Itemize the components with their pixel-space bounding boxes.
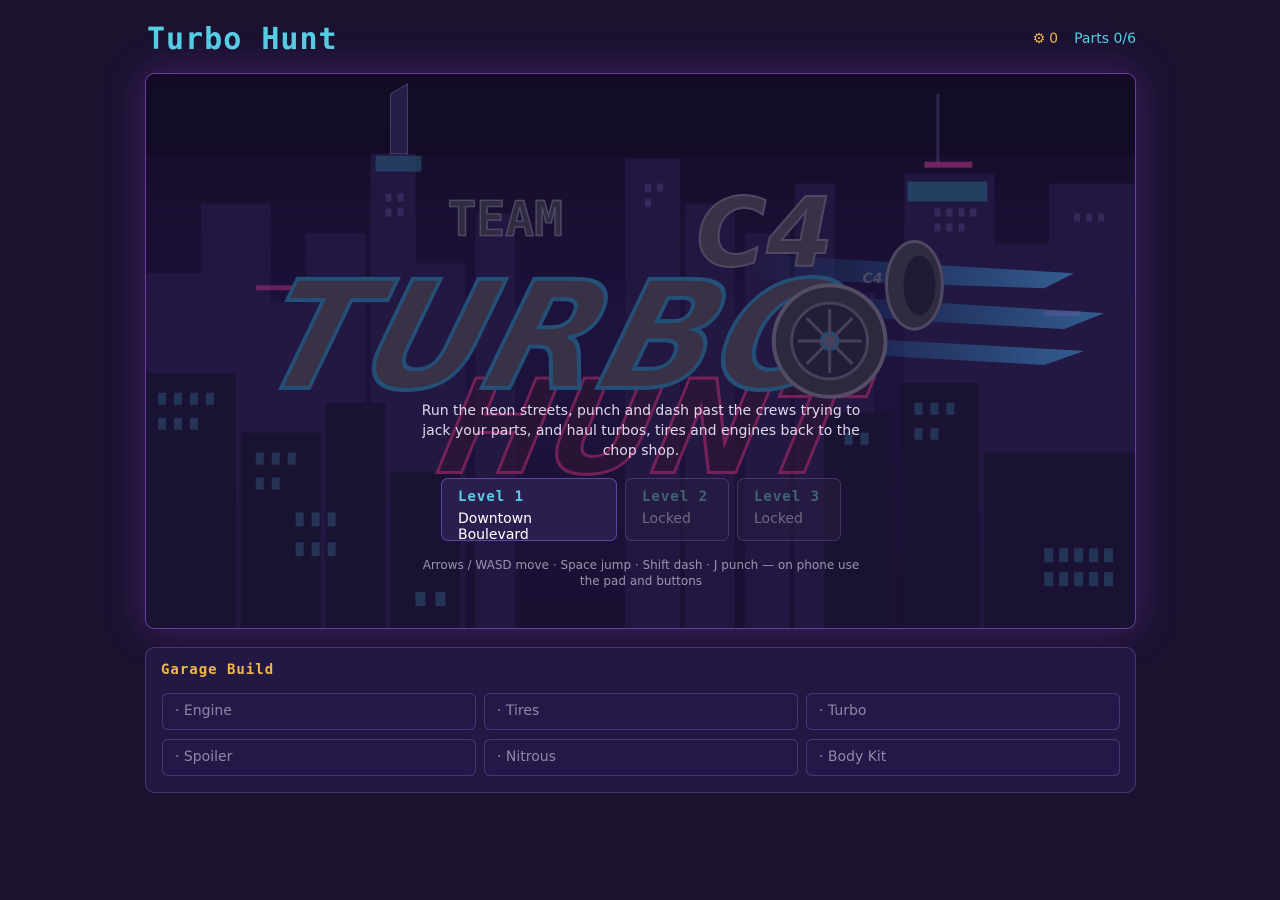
- level-1-button[interactable]: Level 1 Downtown Boulevard: [441, 478, 617, 543]
- level-name: Level 2: [642, 489, 709, 505]
- garage-slot-body-kit: · Body Kit: [806, 739, 1120, 776]
- hud: ⚙ 0 Parts 0/6: [1033, 31, 1136, 47]
- parts-counter: Parts 0/6: [1074, 31, 1136, 47]
- level-select: Level 1 Downtown Boulevard Level 2 Locke…: [441, 478, 841, 543]
- garage-slot-tires: · Tires: [484, 693, 798, 730]
- garage-build-panel: Garage Build · Engine · Tires · Turbo · …: [145, 647, 1136, 793]
- level-3-button[interactable]: Level 3 Locked: [737, 478, 841, 541]
- game-container: Turbo Hunt ⚙ 0 Parts 0/6 HUNT TURBO TEAM…: [145, 0, 1136, 793]
- intro-text: Run the neon streets, punch and dash pas…: [421, 403, 861, 459]
- level-name: Level 3: [754, 489, 821, 505]
- garage-slot-turbo: · Turbo: [806, 693, 1120, 730]
- level-name: Level 1: [458, 489, 525, 505]
- stage-overlay: [146, 74, 1135, 628]
- level-subtitle: Locked: [754, 511, 803, 527]
- game-title: Turbo Hunt: [147, 22, 338, 57]
- header: Turbo Hunt ⚙ 0 Parts 0/6: [145, 0, 1136, 72]
- coin-counter: ⚙ 0: [1033, 31, 1058, 47]
- garage-slots: · Engine · Tires · Turbo · Spoiler · Nit…: [162, 693, 1120, 776]
- garage-slot-nitrous: · Nitrous: [484, 739, 798, 776]
- level-subtitle: Downtown Boulevard: [458, 511, 533, 543]
- gear-icon: ⚙: [1032, 31, 1046, 47]
- garage-slot-engine: · Engine: [162, 693, 476, 730]
- garage-slot-spoiler: · Spoiler: [162, 739, 476, 776]
- coin-count: 0: [1049, 31, 1059, 47]
- controls-hint: Arrows / WASD move · Space jump · Shift …: [422, 558, 860, 588]
- level-subtitle: Locked: [642, 511, 691, 527]
- garage-title: Garage Build: [161, 662, 275, 678]
- game-stage[interactable]: HUNT TURBO TEAM C4 C4 Run the neon stree…: [145, 73, 1136, 629]
- level-2-button[interactable]: Level 2 Locked: [625, 478, 729, 541]
